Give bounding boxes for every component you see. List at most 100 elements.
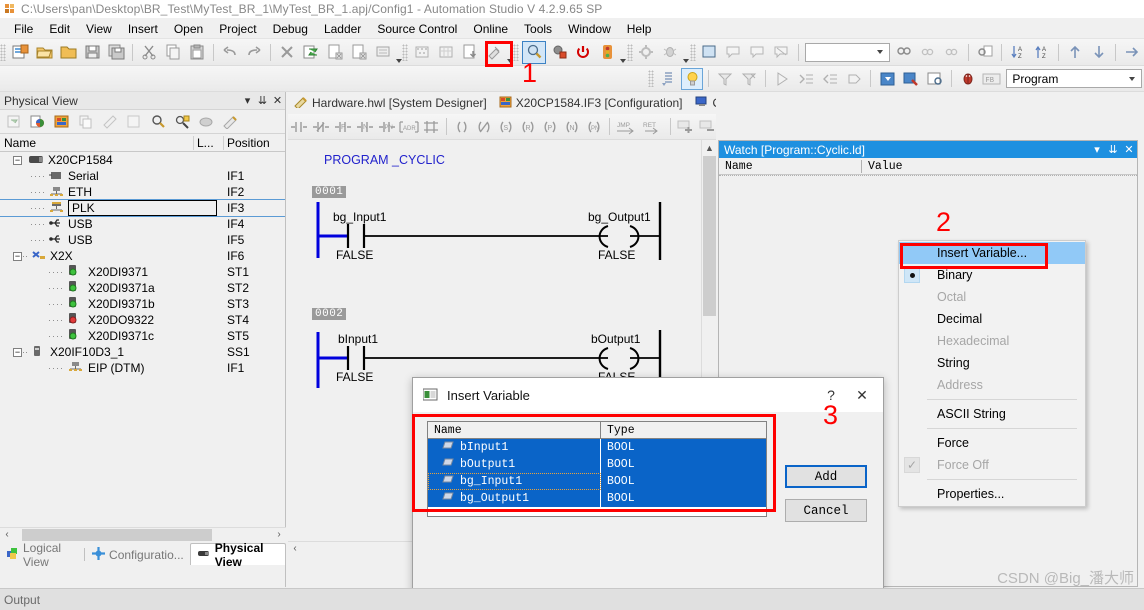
run-icon[interactable]: [771, 68, 793, 89]
build-page-icon[interactable]: [324, 42, 346, 63]
menu-online[interactable]: Online: [465, 20, 516, 38]
tab-configuration[interactable]: Configuratio...: [86, 545, 190, 565]
transfer-icon[interactable]: [372, 42, 394, 63]
table-row[interactable]: bInput1 BOOL: [428, 439, 766, 456]
tree-item-x20di9371b[interactable]: ···· X20DI9371b ST3: [0, 296, 285, 312]
tree-expander[interactable]: −: [0, 347, 22, 357]
menu-help[interactable]: Help: [619, 20, 660, 38]
power-icon[interactable]: [572, 42, 594, 63]
diagnostics-dropdown-caret[interactable]: [683, 42, 690, 63]
tree-item-x20if10d3-1[interactable]: − ·· X20IF10D3_1 SS1: [0, 344, 285, 360]
toolbar-grip[interactable]: [0, 43, 6, 61]
edit-icon[interactable]: [219, 111, 241, 132]
coil-pn-icon[interactable]: PN: [583, 117, 605, 137]
tree-item-x20di9371c[interactable]: ···· X20DI9371c ST5: [0, 328, 285, 344]
pin-icon[interactable]: ⇊: [255, 93, 270, 108]
properties-icon[interactable]: [27, 111, 49, 132]
close-icon[interactable]: ✕: [1121, 142, 1137, 158]
rebuild-icon[interactable]: [300, 42, 322, 63]
find-next-icon[interactable]: [917, 42, 939, 63]
cut-icon[interactable]: [138, 42, 160, 63]
toolbar-grip[interactable]: [626, 43, 633, 61]
contact-nc-icon[interactable]: [310, 117, 332, 137]
menu-debug[interactable]: Debug: [265, 20, 316, 38]
coil-n-icon[interactable]: N: [561, 117, 583, 137]
physical-view-hscrollbar[interactable]: ‹ ›: [0, 527, 286, 541]
table-row[interactable]: bg_Output1 BOOL: [428, 490, 766, 507]
close-icon[interactable]: ✕: [270, 93, 285, 108]
simulation-grid-icon[interactable]: [435, 42, 457, 63]
tab-online-settings[interactable]: Online Settings: [689, 93, 716, 113]
contact-n-icon[interactable]: N: [354, 117, 376, 137]
force-icon[interactable]: [900, 68, 922, 89]
tree-item-plk[interactable]: ···· PLK IF3: [0, 199, 285, 217]
toolbar-grip[interactable]: [402, 43, 409, 61]
menu-item-string[interactable]: String: [899, 352, 1085, 374]
toolbar-grip[interactable]: [513, 43, 520, 61]
hscroll-track[interactable]: [14, 528, 272, 541]
diagnostics-icon[interactable]: [636, 42, 658, 63]
move-down-icon[interactable]: [1088, 42, 1110, 63]
menu-file[interactable]: File: [6, 20, 41, 38]
table-row[interactable]: bg_Input1 BOOL: [428, 473, 766, 490]
tree-item-x20cp1584[interactable]: − X20CP1584: [0, 152, 285, 168]
refresh-icon[interactable]: [3, 111, 25, 132]
search-combo-caret[interactable]: [873, 44, 888, 60]
chevron-down-icon[interactable]: ▾: [240, 93, 255, 108]
new-project-icon[interactable]: [9, 42, 31, 63]
configure-icon[interactable]: [171, 111, 193, 132]
output-pane-header[interactable]: Output: [0, 588, 1144, 610]
tree-item-eth[interactable]: ···· ETH IF2: [0, 184, 285, 200]
menu-item-decimal[interactable]: Decimal: [899, 308, 1085, 330]
program-mode-combo[interactable]: Program: [1006, 69, 1142, 88]
watch-add-icon[interactable]: [876, 68, 898, 89]
menu-insert[interactable]: Insert: [120, 20, 166, 38]
tree-expander[interactable]: −: [0, 155, 22, 165]
coil-icon[interactable]: [451, 117, 473, 137]
build-config-icon[interactable]: [348, 42, 370, 63]
scroll-right-icon[interactable]: ›: [272, 529, 286, 540]
comment-remove-icon[interactable]: [771, 42, 793, 63]
toolbar-grip[interactable]: [689, 43, 696, 61]
copy-icon[interactable]: [162, 42, 184, 63]
tree-item-serial[interactable]: ···· Serial IF1: [0, 168, 285, 184]
add-button[interactable]: Add: [785, 465, 867, 488]
comment-icon[interactable]: [747, 42, 769, 63]
tree-item-label[interactable]: PLK: [68, 200, 217, 216]
contact-no-icon[interactable]: [288, 117, 310, 137]
find-icon[interactable]: [893, 42, 915, 63]
tab-physical-view[interactable]: Physical View: [189, 541, 286, 569]
coil-reset-icon[interactable]: R: [517, 117, 539, 137]
tab-x20cp1584-if3-config[interactable]: X20CP1584.IF3 [Configuration]: [493, 93, 689, 113]
add-module-icon[interactable]: [51, 111, 73, 132]
contact-pn-icon[interactable]: PN: [376, 117, 398, 137]
contact-p-icon[interactable]: P: [332, 117, 354, 137]
filter-icon[interactable]: [714, 68, 736, 89]
scroll-up-icon[interactable]: ▲: [702, 140, 717, 155]
address-icon[interactable]: ADR: [398, 117, 420, 137]
tree-item-x2x[interactable]: − ·· X2X IF6: [0, 248, 285, 264]
step-out-icon[interactable]: [819, 68, 841, 89]
tree-item-usb-if5[interactable]: ···· USB IF5: [0, 232, 285, 248]
menu-item-insert-variable[interactable]: Insert Variable...: [899, 242, 1085, 264]
paste-icon[interactable]: [186, 42, 208, 63]
menu-item-force[interactable]: Force: [899, 432, 1085, 454]
menu-tools[interactable]: Tools: [516, 20, 560, 38]
cancel-button[interactable]: Cancel: [785, 499, 867, 522]
settings-wrench-icon[interactable]: [483, 42, 505, 63]
copy-module-icon[interactable]: [75, 111, 97, 132]
tree-item-x20di9371a[interactable]: ···· X20DI9371a ST2: [0, 280, 285, 296]
scroll-left-icon[interactable]: ‹: [288, 543, 302, 554]
find-in-files-icon[interactable]: [974, 42, 996, 63]
save-icon[interactable]: [81, 42, 103, 63]
menu-ladder[interactable]: Ladder: [316, 20, 369, 38]
tab-hardware-hwl[interactable]: Hardware.hwl [System Designer]: [288, 93, 493, 113]
jump-icon[interactable]: JMP: [614, 117, 640, 137]
remove-row-icon[interactable]: [697, 117, 716, 137]
open-folder-icon[interactable]: [57, 42, 79, 63]
coil-p-icon[interactable]: P: [539, 117, 561, 137]
tree-expander[interactable]: −: [0, 251, 22, 261]
menu-project[interactable]: Project: [211, 20, 264, 38]
table-row[interactable]: bOutput1 BOOL: [428, 456, 766, 473]
menu-item-binary[interactable]: Binary: [899, 264, 1085, 286]
